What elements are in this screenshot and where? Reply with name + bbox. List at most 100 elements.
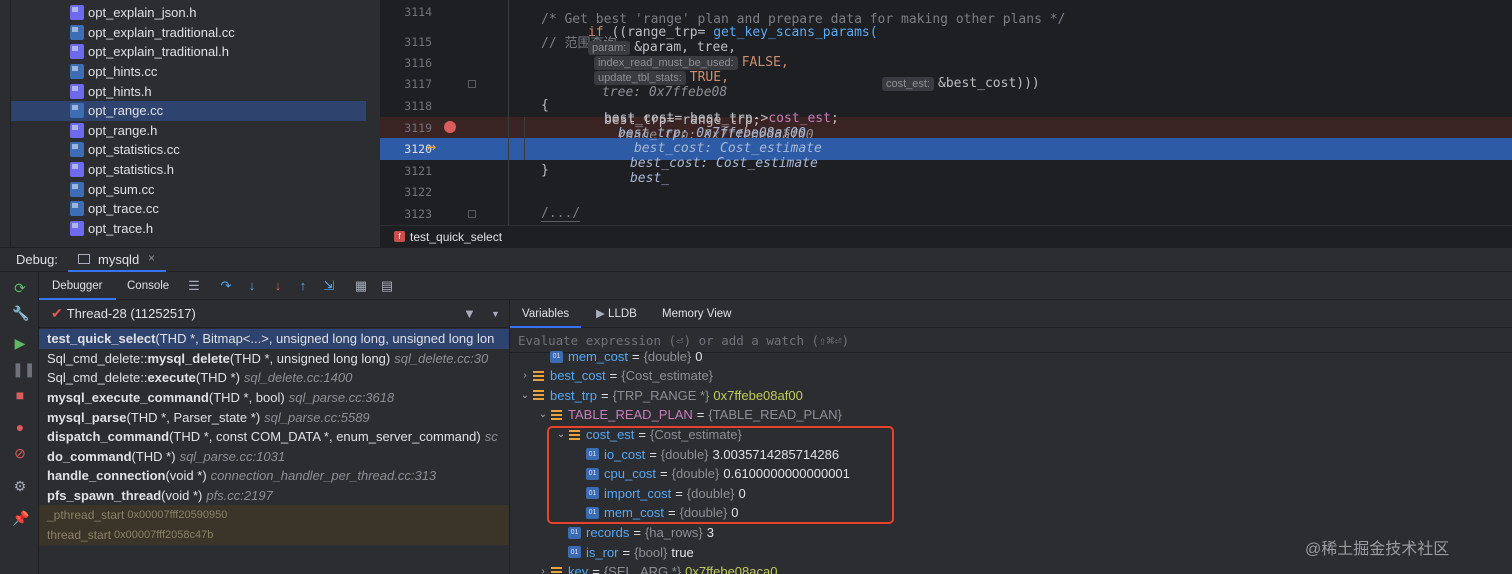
resume-icon[interactable]: ▶ [12,335,28,351]
header-file-icon [70,220,84,236]
tree-item-file[interactable]: opt_explain_json.h [11,3,366,23]
run-to-cursor-icon[interactable]: ⇲ [321,278,337,294]
layout-icon[interactable]: ▤ [379,278,395,294]
tree-item-file[interactable]: opt_hints.cc [11,62,366,82]
tree-item-file[interactable]: opt_sum.cc [11,179,366,199]
stack-frame[interactable]: mysql_execute_command (THD *, bool) sql_pa… [39,388,509,408]
chevron-down-icon[interactable]: ▼ [491,309,500,319]
mute-breakpoints-icon[interactable]: ⊘ [12,445,28,461]
object-field-icon [532,389,545,401]
cpp-file-icon [70,142,84,158]
close-icon[interactable]: × [148,251,155,265]
stack-frame[interactable]: Sql_cmd_delete:: execute (THD *) sql_delete… [39,368,509,388]
tree-item-label: opt_statistics.h [88,162,174,178]
tab-debugger[interactable]: Debugger [39,272,116,300]
stack-frame[interactable]: mysql_parse (THD *, Parser_state *) sql_pa… [39,407,509,427]
library-stack-frame[interactable]: thread_start 0x00007fff2058c47b [39,525,509,545]
variable-row[interactable]: ⌄ TABLE_READ_PLAN = {TABLE_READ_PLAN} [536,405,846,425]
check-icon: ✔ [51,305,63,321]
step-over-icon[interactable]: ↷ [218,278,234,294]
variable-row[interactable]: 01 records = {ha_rows} 3 [554,523,714,543]
wrench-icon[interactable]: 🔧 [12,305,29,321]
variable-row[interactable]: › key = {SEL_ARG *} 0x7ffebe08aca0 [536,562,777,574]
frame-function: test_quick_select [47,331,156,347]
tree-item-label: opt_range.h [88,122,158,138]
stack-frame[interactable]: pfs_spawn_thread (void *) pfs.cc:2197 [39,486,509,506]
tree-item-file[interactable]: opt_statistics.h [11,160,366,180]
code-line-3121[interactable]: 3121 } [380,160,1512,182]
fold-icon[interactable] [468,210,476,218]
code-line-3117[interactable]: 3117 cost_est: &best_cost))) [380,73,1512,95]
breadcrumb-function[interactable]: test_quick_select [410,230,502,244]
stack-frame[interactable]: do_command (THD *) sql_parse.cc:1031 [39,447,509,467]
variable-row[interactable]: › best_cost = {Cost_estimate} [518,366,717,386]
tree-item-file[interactable]: opt_explain_traditional.cc [11,23,366,43]
folded-code[interactable]: /.../ [541,206,581,222]
debug-side-toolbar: ⟳ 🔧 ▶ ❚❚ ■ ● ⊘ ⚙ 📌 [0,272,39,574]
tree-item-file[interactable]: opt_explain_traditional.h [11,42,366,62]
tab-variables[interactable]: Variables [510,300,582,328]
pin-icon[interactable]: 📌 [12,510,29,526]
settings-icon[interactable]: ⚙ [12,478,28,494]
chevron-right-icon[interactable]: › [536,566,550,574]
tree-item-file[interactable]: opt_trace.h [11,219,366,239]
variable-row[interactable]: 01 mem_cost = {double} 0 [536,347,703,367]
code-line-3123[interactable]: 3123 /.../ [380,203,1512,225]
tree-item-file[interactable]: opt_trace.cc [11,199,366,219]
view-breakpoints-icon[interactable]: ● [12,419,28,435]
rerun-icon[interactable]: ⟳ [12,280,28,296]
step-out-icon[interactable]: ↑ [295,278,311,294]
pause-icon[interactable]: ❚❚ [12,361,35,377]
chevron-down-icon[interactable]: ⌄ [518,390,532,401]
tree-item-file[interactable]: opt_statistics.cc [11,140,366,160]
code-line-3119[interactable]: 3119 best_trp= range_trp; range_trp: 0x7… [380,113,1512,143]
variable-name: key [568,564,589,574]
chevron-down-icon[interactable]: ⌄ [536,409,550,420]
cpp-file-icon [70,181,84,197]
tab-lldb-label: LLDB [608,308,637,320]
tree-item-file[interactable]: opt_range.cc [11,101,366,121]
fold-icon[interactable] [468,80,476,88]
variable-type: {TRP_RANGE *} [612,387,710,403]
stack-frame[interactable]: handle_connection (void *) connection_hand… [39,466,509,486]
step-into-icon[interactable]: ↓ [244,278,260,294]
force-step-into-icon[interactable]: ↓ [270,278,286,294]
frame-function: execute [147,370,196,386]
session-tab-mysqld[interactable]: mysqld × [68,248,166,272]
tree-item-file[interactable]: opt_range.h [11,121,366,141]
line-number: 3119 [404,120,432,135]
frame-function: thread_start [47,527,112,542]
code-line-3118[interactable]: 3118 { [380,95,1512,117]
thread-selector[interactable]: ✔ Thread-28 (11252517) ▼ ▼ [39,300,509,328]
frame-function: mysql_parse [47,409,127,425]
equals-sign: = [592,564,600,574]
breakpoint-icon[interactable] [444,121,456,133]
function-call: get_key_scans_params( [713,25,878,41]
header-file-icon [70,5,84,21]
code-line-3122[interactable]: 3122 [380,181,1512,203]
code-line-3120-current[interactable]: 3120 → best_cost= best_trp->cost_est; be… [380,111,1512,186]
tab-memory-view[interactable]: Memory View [650,300,743,328]
frame-class: Sql_cmd_delete:: [47,370,148,386]
stop-icon[interactable]: ■ [12,387,28,403]
line-number: 3117 [404,76,432,91]
tree-item-file[interactable]: opt_hints.h [11,81,366,101]
code-text: ((range_trp= [603,25,714,41]
code-editor[interactable]: 3114 /* Get best 'range' plan and prepar… [380,0,1512,247]
tab-console[interactable]: Console [114,272,182,300]
variable-row[interactable]: ⌄ best_trp = {TRP_RANGE *} 0x7ffebe08af00 [518,386,803,406]
breadcrumb[interactable]: f test_quick_select [380,225,1512,247]
filter-icon[interactable]: ▼ [463,306,476,321]
menu-icon[interactable]: ☰ [186,278,202,294]
tree-item-label: opt_sum.cc [88,181,155,197]
stack-frame[interactable]: test_quick_select (THD *, Bitmap<...>, un… [39,329,509,349]
object-field-icon [550,566,563,574]
tab-lldb[interactable]: ▶ LLDB [584,300,649,328]
chevron-right-icon[interactable]: › [518,370,532,381]
stack-frame[interactable]: dispatch_command (THD *, const COM_DATA *… [39,427,509,447]
stack-frame[interactable]: Sql_cmd_delete:: mysql_delete (THD *, unsi… [39,349,509,369]
evaluate-icon[interactable]: ▦ [353,278,369,294]
variable-row[interactable]: 01 is_ror = {bool} true [554,542,694,562]
library-stack-frame[interactable]: _pthread_start 0x00007fff20590950 [39,505,509,525]
debugger-toolbar: Debugger Console ☰ ↷ ↓ ↓ ↑ ⇲ ▦ ▤ [39,272,1512,300]
